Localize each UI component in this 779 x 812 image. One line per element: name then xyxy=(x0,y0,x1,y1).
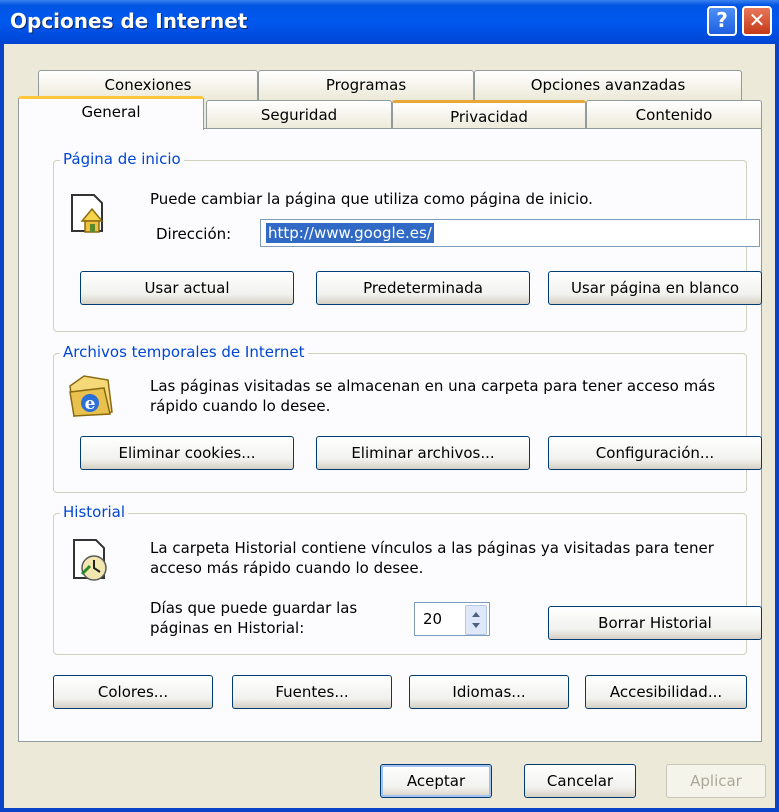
tab-privacidad[interactable]: Privacidad xyxy=(392,100,586,130)
temp-files-group: Archivos temporales de Internet e Las pá… xyxy=(53,343,762,493)
days-label-line1: Días que puede guardar las xyxy=(150,599,358,617)
internet-options-window: Opciones de Internet ? ✕ Conexiones Prog… xyxy=(0,0,779,812)
home-page-legend: Página de inicio xyxy=(60,150,184,168)
help-button[interactable]: ? xyxy=(707,6,737,36)
temp-files-legend: Archivos temporales de Internet xyxy=(60,343,308,361)
accessibility-button[interactable]: Accesibilidad... xyxy=(585,675,747,709)
delete-cookies-button[interactable]: Eliminar cookies... xyxy=(80,436,294,470)
title-bar[interactable]: Opciones de Internet ? ✕ xyxy=(0,0,779,44)
days-spinner[interactable]: 20 xyxy=(414,602,490,636)
cancel-button[interactable]: Cancelar xyxy=(524,764,636,798)
ok-button[interactable]: Aceptar xyxy=(380,764,492,798)
clear-history-button[interactable]: Borrar Historial xyxy=(548,606,762,640)
history-icon xyxy=(68,536,114,582)
colors-button[interactable]: Colores... xyxy=(53,675,213,709)
temp-description-line2: rápido cuando lo desee. xyxy=(150,397,331,415)
history-group: Historial La carpeta Historial contiene … xyxy=(53,503,762,655)
temp-folder-icon: e xyxy=(66,372,116,420)
temp-settings-button[interactable]: Configuración... xyxy=(548,436,762,470)
close-button[interactable]: ✕ xyxy=(742,6,772,36)
languages-button[interactable]: Idiomas... xyxy=(409,675,569,709)
address-field[interactable]: http://www.google.es/ xyxy=(260,219,760,247)
days-value: 20 xyxy=(423,610,443,628)
delete-files-button[interactable]: Eliminar archivos... xyxy=(316,436,530,470)
address-label: Dirección: xyxy=(156,225,232,243)
general-tab-panel: Página de inicio Puede cambiar la página… xyxy=(18,128,762,742)
days-spinner-arrows[interactable] xyxy=(465,605,487,635)
svg-text:e: e xyxy=(85,394,96,414)
address-value: http://www.google.es/ xyxy=(266,223,434,243)
window-title: Opciones de Internet xyxy=(10,9,248,33)
tab-general[interactable]: General xyxy=(18,96,204,130)
tab-opciones-avanzadas[interactable]: Opciones avanzadas xyxy=(474,70,742,100)
tab-programas[interactable]: Programas xyxy=(258,70,474,100)
history-legend: Historial xyxy=(60,503,129,521)
home-icon xyxy=(66,191,110,235)
home-description: Puede cambiar la página que utiliza como… xyxy=(150,190,593,208)
temp-description-line1: Las páginas visitadas se almacenan en un… xyxy=(150,377,716,395)
history-description-line2: acceso más rápido cuando lo desee. xyxy=(150,559,424,577)
apply-button[interactable]: Aplicar xyxy=(666,764,766,798)
fonts-button[interactable]: Fuentes... xyxy=(232,675,392,709)
history-description-line1: La carpeta Historial contiene vínculos a… xyxy=(150,539,714,557)
use-blank-button[interactable]: Usar página en blanco xyxy=(548,271,762,305)
use-default-button[interactable]: Predeterminada xyxy=(316,271,530,305)
home-page-group: Página de inicio Puede cambiar la página… xyxy=(53,150,762,332)
tab-contenido[interactable]: Contenido xyxy=(586,100,762,130)
use-current-button[interactable]: Usar actual xyxy=(80,271,294,305)
days-label-line2: páginas en Historial: xyxy=(150,619,305,637)
tab-seguridad[interactable]: Seguridad xyxy=(206,100,392,130)
